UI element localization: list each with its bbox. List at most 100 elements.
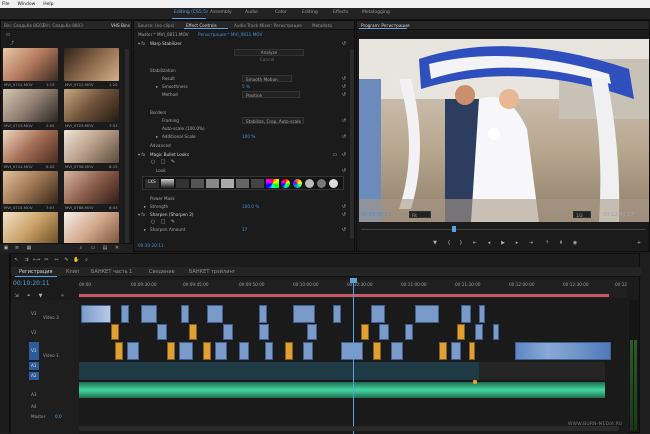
ec-strength-toggle[interactable]: ▸	[144, 204, 146, 209]
bin-thumb-7[interactable]	[3, 171, 58, 204]
ec-borders-label[interactable]: Borders	[150, 110, 166, 115]
v1-clip-1[interactable]	[115, 342, 123, 360]
sharpen-reset-icon[interactable]: ↺	[341, 212, 347, 218]
method-reset-icon[interactable]: ↺	[341, 92, 347, 98]
bin-thumb-8[interactable]	[64, 171, 119, 204]
ec-scrollbar[interactable]	[350, 49, 354, 239]
framing-dropdown[interactable]: Stabilize, Crop, Auto-scale	[242, 117, 304, 124]
bin-thumb-6[interactable]	[64, 130, 119, 163]
program-timecode[interactable]: 00:10:20:11	[361, 212, 392, 218]
bin-folder-icon[interactable]: ▭	[4, 32, 12, 38]
strength-reset-icon[interactable]: ↺	[341, 204, 347, 210]
additional-scale-value[interactable]: 100 %	[242, 134, 255, 139]
settings-wrench-icon[interactable]: ✧	[59, 292, 66, 299]
master-volume-value[interactable]: 0.0	[55, 414, 62, 419]
step-forward-icon[interactable]: ▸	[513, 239, 521, 246]
timeline-tab-mix[interactable]: Сведение	[149, 269, 175, 275]
work-area-bar[interactable]	[79, 294, 609, 297]
menu-window[interactable]: Window	[18, 2, 36, 7]
v1-clip-3[interactable]	[167, 342, 175, 360]
trash-icon[interactable]: ✕	[114, 245, 120, 251]
v2-clip-5[interactable]	[259, 324, 269, 340]
v2-clip-2[interactable]	[157, 324, 167, 340]
track-select-icon[interactable]: ⇉	[23, 256, 30, 263]
add-button-icon[interactable]: +	[635, 239, 643, 246]
look-thumb-10[interactable]	[281, 179, 290, 188]
v2-clip-10[interactable]	[457, 324, 465, 340]
v3-clip-9[interactable]	[371, 305, 385, 323]
ec-smoothness-toggle[interactable]: ▸	[156, 84, 158, 89]
track-a2-label[interactable]: A2	[31, 373, 37, 378]
hand-tool-icon[interactable]: ✋	[73, 256, 80, 263]
bin-up-icon[interactable]: ⤴	[7, 40, 17, 45]
audio-keyframe[interactable]	[473, 380, 477, 384]
method-dropdown[interactable]: Position	[242, 91, 300, 98]
result-reset-icon[interactable]: ↺	[341, 76, 347, 82]
bin-thumb-10[interactable]	[64, 212, 119, 245]
ec-powermask-label[interactable]: Power Mask	[150, 196, 175, 201]
program-scrub-bar[interactable]	[361, 229, 645, 230]
v2-clip-12[interactable]	[493, 324, 499, 340]
ec-bottom-timecode[interactable]: 00:10:20:11	[138, 243, 164, 248]
additional-reset-icon[interactable]: ↺	[341, 134, 347, 140]
v1-clip-14[interactable]	[439, 342, 447, 360]
look-strip[interactable]: LKS	[142, 176, 344, 190]
v2-clip-4[interactable]	[223, 324, 233, 340]
v3-clip-1[interactable]	[81, 305, 111, 323]
timeline-hscroll[interactable]	[79, 426, 619, 431]
mark-out-icon[interactable]: }	[457, 239, 465, 246]
track-v3-label[interactable]: V3	[31, 311, 37, 316]
bin-thumb-5[interactable]	[3, 130, 58, 163]
v3-clip-12[interactable]	[479, 305, 485, 323]
ec-sharpen-label[interactable]: Sharpen (Sharpen 2)	[150, 212, 194, 217]
look-thumb-12[interactable]	[305, 179, 314, 188]
ripple-edit-icon[interactable]: ⟷	[33, 256, 40, 263]
snap-icon[interactable]: ⇲	[13, 292, 20, 299]
timeline-tab-clip[interactable]: Клип	[66, 269, 79, 275]
v2-clip-3[interactable]	[189, 324, 197, 340]
a2-audio-clip-1[interactable]	[79, 382, 605, 398]
sharpen-mask-ellipse-icon[interactable]: ○	[150, 219, 156, 225]
v3-clip-6[interactable]	[259, 305, 267, 323]
timeline-tab-registration[interactable]: Регистрация	[19, 269, 53, 275]
workspace-color[interactable]: Color	[275, 10, 287, 15]
v2-clip-1[interactable]	[111, 324, 119, 340]
sharpen-pen-icon[interactable]: ✎	[170, 219, 176, 225]
bin-scrollbar[interactable]	[125, 49, 129, 249]
tab-bin-1[interactable]: Bin: Свадьба 8G02	[4, 23, 44, 28]
look-thumb-9[interactable]	[266, 179, 279, 188]
tab-bin-2[interactable]: Bin: Свадьба 8603	[43, 23, 83, 28]
look-thumb-3[interactable]	[176, 179, 189, 188]
v2-clip-7[interactable]	[361, 324, 369, 340]
v3-clip-5[interactable]	[207, 305, 223, 323]
workspace-assembly[interactable]: Assembly	[210, 10, 232, 15]
sharpen-amount-value[interactable]: 17	[242, 227, 247, 232]
strength-value[interactable]: 100.0 %	[242, 204, 259, 209]
tab-source[interactable]: Source: (no clips)	[138, 23, 174, 28]
smoothness-value[interactable]: 5 %	[242, 84, 250, 89]
v2-clip-6[interactable]	[307, 324, 317, 340]
workspace-metalogging[interactable]: Metalogging	[362, 10, 390, 15]
v3-clip-7[interactable]	[293, 305, 315, 323]
program-playhead[interactable]	[452, 226, 456, 232]
mask-ellipse-icon[interactable]: ○	[150, 159, 156, 165]
new-bin-icon[interactable]: ▭	[90, 245, 96, 251]
framing-reset-icon[interactable]: ↺	[341, 118, 347, 124]
pen-tool-icon[interactable]: ✎	[63, 256, 70, 263]
v2-clip-8[interactable]	[379, 324, 389, 340]
magic-edit-icon[interactable]: ▭	[332, 152, 338, 158]
timeline-playhead-handle[interactable]	[350, 278, 357, 283]
timeline-timecode[interactable]: 00:10:20:11	[13, 280, 50, 287]
bin-thumb-4[interactable]	[64, 89, 119, 122]
look-thumb-1[interactable]: LKS	[145, 179, 159, 188]
bin-thumb-2[interactable]	[64, 48, 119, 81]
menu-help[interactable]: Help	[43, 2, 53, 7]
timeline-tab-banket1[interactable]: БАНКЕТ часть 1	[91, 269, 132, 275]
timeline-tab-banket-trailer[interactable]: БАНКЕТ трэйлинг	[189, 269, 235, 275]
track-a4-label[interactable]: A4	[31, 404, 37, 409]
bin-thumb-9[interactable]	[3, 212, 58, 245]
look-thumb-2[interactable]	[161, 179, 174, 188]
lift-icon[interactable]: ⇡	[543, 239, 551, 246]
go-to-in-icon[interactable]: ⇤	[471, 239, 479, 246]
icon-view-icon[interactable]: ▦	[26, 245, 32, 251]
